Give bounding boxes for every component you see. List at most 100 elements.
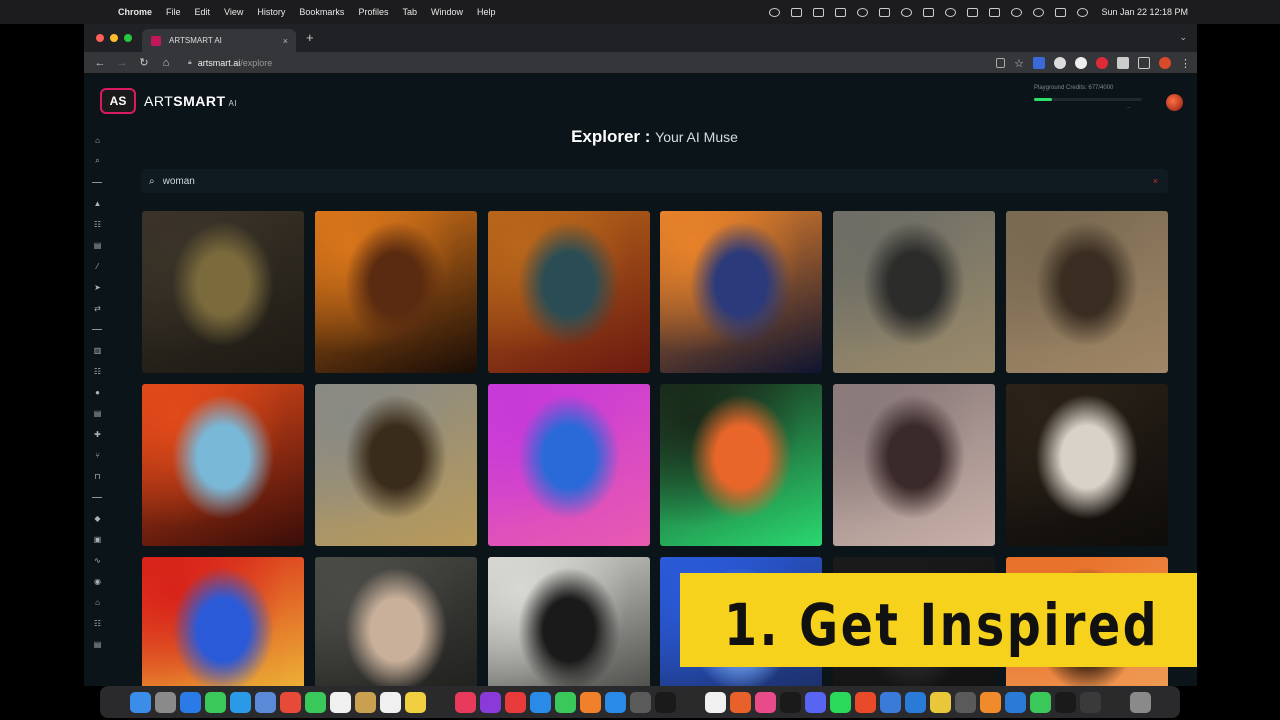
dock-app-icon[interactable] xyxy=(754,691,776,713)
dock-app-icon[interactable] xyxy=(1029,691,1051,713)
gallery-image-golden-domes[interactable] xyxy=(314,384,477,546)
sidebar-help-icon[interactable]: ◉ xyxy=(92,577,103,586)
pen-icon[interactable] xyxy=(879,7,891,17)
lock-icon[interactable]: 🔒︎ xyxy=(188,59,192,67)
app-status-icon[interactable] xyxy=(791,7,803,17)
dock-app-icon[interactable] xyxy=(329,691,351,713)
vpn-icon[interactable] xyxy=(857,7,869,17)
menu-bookmarks[interactable]: Bookmarks xyxy=(299,7,344,17)
dock-app-icon[interactable] xyxy=(229,691,251,713)
dock-app-icon[interactable] xyxy=(529,691,551,713)
clipboard-icon[interactable] xyxy=(813,7,825,17)
dock-app-icon[interactable] xyxy=(454,691,476,713)
dock-app-icon[interactable] xyxy=(979,691,1001,713)
sidepanel-icon[interactable] xyxy=(1138,57,1150,69)
sidebar-puzzle-icon[interactable]: ✚ xyxy=(92,430,103,439)
gallery-image-armored-dog[interactable] xyxy=(487,557,650,686)
clear-search-icon[interactable]: × xyxy=(1153,176,1158,186)
battery-icon[interactable] xyxy=(989,7,1001,17)
dock-app-icon[interactable] xyxy=(1054,691,1076,713)
control-center-icon[interactable] xyxy=(1055,7,1067,17)
puzzle-icon[interactable] xyxy=(1117,57,1129,69)
sidebar-document-icon[interactable]: ▤ xyxy=(92,241,103,250)
address-bar[interactable]: 🔒︎ artsmart.ai /explore xyxy=(188,58,272,68)
dock-app-icon[interactable] xyxy=(154,691,176,713)
dock-app-icon[interactable] xyxy=(354,691,376,713)
sidebar-table-icon[interactable]: ▤ xyxy=(92,640,103,649)
gallery-image-neon-dog-sunglasses[interactable] xyxy=(487,384,650,546)
extension-icon[interactable] xyxy=(1075,57,1087,69)
gallery-image-red-dragon[interactable] xyxy=(142,384,304,546)
dock-app-icon[interactable] xyxy=(504,691,526,713)
gallery-image-ornate-goddess[interactable] xyxy=(487,211,650,373)
spotlight-icon[interactable] xyxy=(1033,7,1045,17)
siri-icon[interactable] xyxy=(1077,7,1089,17)
dock-app-icon[interactable] xyxy=(654,691,676,713)
gallery-image-steampunk-captain[interactable] xyxy=(660,211,823,373)
dock-app-icon[interactable] xyxy=(404,691,426,713)
search-input[interactable] xyxy=(162,175,1063,187)
extension-icon[interactable] xyxy=(1054,57,1066,69)
sidebar-inbox-icon[interactable]: ⌂ xyxy=(92,598,103,607)
gallery-image-silver-mask-woman[interactable] xyxy=(833,211,996,373)
gallery-image-asian-woman-feathers[interactable] xyxy=(833,384,996,546)
extension-icon[interactable] xyxy=(1096,57,1108,69)
menu-view[interactable]: View xyxy=(224,7,243,17)
sidebar-pulse-icon[interactable]: ∿ xyxy=(92,556,103,565)
dock-app-icon[interactable] xyxy=(304,691,326,713)
dock-app-icon[interactable] xyxy=(704,691,726,713)
gallery-image-white-sheep[interactable] xyxy=(1006,384,1168,546)
artsmart-logo[interactable]: AS ARTSMART AI xyxy=(100,88,237,114)
sidebar-file-icon[interactable]: ▥ xyxy=(92,346,103,355)
menu-help[interactable]: Help xyxy=(477,7,496,17)
sun-icon[interactable] xyxy=(769,7,781,17)
dock-app-icon[interactable] xyxy=(1104,691,1126,713)
translate-extension-icon[interactable] xyxy=(1033,57,1045,69)
menu-profiles[interactable]: Profiles xyxy=(358,7,388,17)
dock-app-icon[interactable] xyxy=(204,691,226,713)
clock[interactable]: Sun Jan 22 12:18 PM xyxy=(1101,7,1188,17)
gallery-image-neon-dog[interactable] xyxy=(660,384,823,546)
sidebar-shapes-icon[interactable]: ▲ xyxy=(92,199,103,208)
gallery-image-bronze-warrior-woman[interactable] xyxy=(1006,211,1168,373)
dock-app-icon[interactable] xyxy=(279,691,301,713)
sidebar-magic-wand-icon[interactable]: ⁄ xyxy=(92,262,103,271)
menu-window[interactable]: Window xyxy=(431,7,463,17)
sidebar-swap-icon[interactable]: ⇄ xyxy=(92,304,103,313)
dock-app-icon[interactable] xyxy=(629,691,651,713)
dock-app-icon[interactable] xyxy=(379,691,401,713)
notes-icon[interactable] xyxy=(835,7,847,17)
dock-app-icon[interactable] xyxy=(254,691,276,713)
dock-app-icon[interactable] xyxy=(479,691,501,713)
dock-app-icon[interactable] xyxy=(779,691,801,713)
menu-edit[interactable]: Edit xyxy=(195,7,211,17)
bookmark-star-icon[interactable]: ☆ xyxy=(1014,57,1024,70)
menu-file[interactable]: File xyxy=(166,7,181,17)
dock-app-icon[interactable] xyxy=(954,691,976,713)
close-window-button[interactable] xyxy=(96,34,104,42)
dock-app-icon[interactable] xyxy=(854,691,876,713)
dock-app-icon[interactable] xyxy=(129,691,151,713)
zoom-window-button[interactable] xyxy=(124,34,132,42)
sync-icon[interactable] xyxy=(901,7,913,17)
dock-app-icon[interactable] xyxy=(579,691,601,713)
home-button[interactable]: ⌂ xyxy=(160,57,172,69)
close-tab-icon[interactable]: × xyxy=(283,36,288,46)
cloud-icon[interactable] xyxy=(945,7,957,17)
dock-app-icon[interactable] xyxy=(829,691,851,713)
dock-app-icon[interactable] xyxy=(729,691,751,713)
share-icon[interactable] xyxy=(996,58,1006,68)
sidebar-rocket-icon[interactable]: ➤ xyxy=(92,283,103,292)
back-button[interactable]: ← xyxy=(94,57,106,69)
forward-button[interactable]: → xyxy=(116,57,128,69)
sidebar-bridge-icon[interactable]: ⊓ xyxy=(92,472,103,481)
sidebar-tag-icon[interactable]: ◆ xyxy=(92,514,103,523)
dock-app-icon[interactable] xyxy=(1129,691,1151,713)
dock-app-icon[interactable] xyxy=(604,691,626,713)
menu-tab[interactable]: Tab xyxy=(402,7,417,17)
minimize-window-button[interactable] xyxy=(110,34,118,42)
browser-tab[interactable]: ARTSMART AI × xyxy=(142,29,296,52)
wifi-icon[interactable] xyxy=(1011,7,1023,17)
sidebar-list-icon[interactable]: ▤ xyxy=(92,409,103,418)
dock-app-icon[interactable] xyxy=(929,691,951,713)
